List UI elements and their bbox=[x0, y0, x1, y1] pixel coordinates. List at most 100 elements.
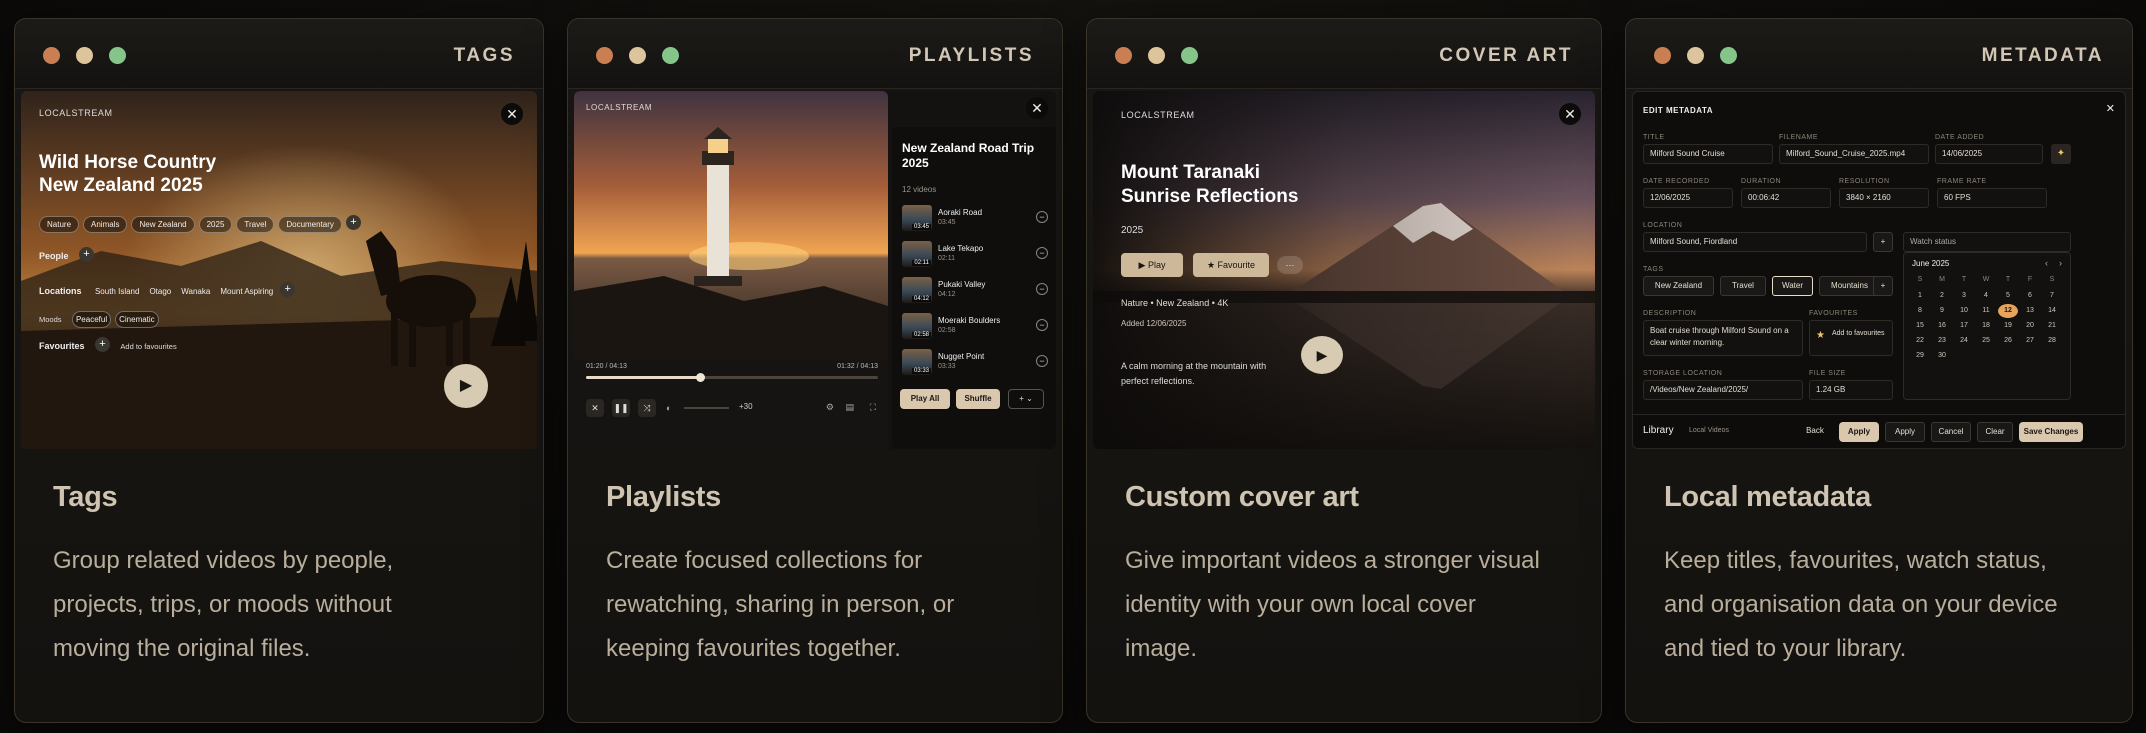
settings-icon[interactable]: ⚙ bbox=[826, 402, 834, 413]
calendar-day[interactable]: 1 bbox=[1910, 289, 1930, 303]
apply-button[interactable]: Apply bbox=[1885, 422, 1925, 442]
date-added-field[interactable]: 14/06/2025 bbox=[1935, 144, 2043, 164]
calendar-day[interactable]: 24 bbox=[1954, 334, 1974, 348]
remove-item-icon[interactable]: − bbox=[1036, 211, 1048, 223]
calendar-day[interactable]: 4 bbox=[1976, 289, 1996, 303]
add-location-button[interactable]: + bbox=[1873, 232, 1893, 252]
remove-item-icon[interactable]: − bbox=[1036, 247, 1048, 259]
date-recorded-field[interactable]: 12/06/2025 bbox=[1643, 188, 1733, 208]
calendar-day[interactable]: 15 bbox=[1910, 319, 1930, 333]
favourites-dropdown[interactable]: ★ Add to favourites bbox=[1809, 320, 1893, 356]
clear-button[interactable]: Clear bbox=[1977, 422, 2013, 442]
maximize-window-dot[interactable] bbox=[1181, 47, 1198, 64]
calendar-day[interactable]: 29 bbox=[1910, 349, 1930, 363]
add-tag-button[interactable]: + bbox=[345, 215, 361, 231]
tag-chip[interactable]: Travel bbox=[236, 216, 275, 233]
metadata-tag[interactable]: New Zealand bbox=[1643, 276, 1714, 296]
resolution-field[interactable]: 3840 × 2160 bbox=[1839, 188, 1929, 208]
calendar-day[interactable]: 13 bbox=[2020, 304, 2040, 318]
calendar-day[interactable]: 10 bbox=[1954, 304, 1974, 318]
calendar-day[interactable]: 9 bbox=[1932, 304, 1952, 318]
file-size-field[interactable]: 1.24 GB bbox=[1809, 380, 1893, 400]
remove-item-icon[interactable]: − bbox=[1036, 283, 1048, 295]
next-month-icon[interactable]: › bbox=[2059, 258, 2062, 268]
progress-knob[interactable] bbox=[695, 373, 705, 382]
remove-item-icon[interactable]: − bbox=[1036, 355, 1048, 367]
metadata-tag[interactable]: Mountains bbox=[1819, 276, 1880, 296]
more-button[interactable]: ··· bbox=[1277, 256, 1303, 274]
playlist-item[interactable]: 02:58 Moeraki Boulders 02:58 − bbox=[902, 313, 1048, 343]
location-chip[interactable]: Wanaka bbox=[178, 284, 213, 301]
metadata-tag[interactable]: Water bbox=[1772, 276, 1813, 296]
frame-rate-field[interactable]: 60 FPS bbox=[1937, 188, 2047, 208]
filename-field[interactable]: Milford_Sound_Cruise_2025.mp4 bbox=[1779, 144, 1929, 164]
close-icon[interactable]: ✕ bbox=[2106, 102, 2115, 115]
skip-forward-label[interactable]: +30 bbox=[739, 402, 753, 411]
close-window-dot[interactable] bbox=[1654, 47, 1671, 64]
library-label[interactable]: Library bbox=[1643, 425, 1674, 436]
calendar-day[interactable]: 5 bbox=[1998, 289, 2018, 303]
progress-track[interactable] bbox=[586, 373, 878, 382]
minimize-window-dot[interactable] bbox=[629, 47, 646, 64]
calendar-day[interactable]: 19 bbox=[1998, 319, 2018, 333]
calendar-day[interactable]: 6 bbox=[2020, 289, 2040, 303]
favourite-button[interactable]: ★ Favourite bbox=[1193, 253, 1269, 277]
playlist-item[interactable]: 02:11 Lake Tekapo 02:11 − bbox=[902, 241, 1048, 271]
metadata-tag[interactable]: Travel bbox=[1720, 276, 1766, 296]
pause-icon[interactable]: ❚❚ bbox=[612, 399, 630, 417]
add-person-button[interactable]: + bbox=[78, 247, 94, 263]
add-location-button[interactable]: + bbox=[280, 282, 296, 298]
fullscreen-icon[interactable]: ⛶ bbox=[870, 402, 876, 413]
close-player-icon[interactable]: ✕ bbox=[586, 399, 604, 417]
minimize-window-dot[interactable] bbox=[1687, 47, 1704, 64]
back-button[interactable]: Back bbox=[1797, 422, 1833, 442]
cancel-button[interactable]: Cancel bbox=[1931, 422, 1971, 442]
shuffle-button[interactable]: Shuffle bbox=[956, 389, 1000, 409]
volume-slider[interactable] bbox=[684, 407, 729, 409]
location-chip[interactable]: South Island bbox=[92, 284, 142, 301]
calendar-day[interactable]: 17 bbox=[1954, 319, 1974, 333]
calendar-day[interactable]: 11 bbox=[1976, 304, 1996, 318]
more-options-button[interactable]: + ⌄ bbox=[1008, 389, 1044, 409]
calendar-day[interactable]: 18 bbox=[1976, 319, 1996, 333]
playlist-item[interactable]: 03:33 Nugget Point 03:33 − bbox=[902, 349, 1048, 379]
calendar-day[interactable]: 7 bbox=[2042, 289, 2062, 303]
tag-chip[interactable]: New Zealand bbox=[131, 216, 195, 233]
location-field[interactable]: Milford Sound, Fiordland bbox=[1643, 232, 1867, 252]
calendar-day[interactable]: 23 bbox=[1932, 334, 1952, 348]
calendar-day[interactable]: 20 bbox=[2020, 319, 2040, 333]
calendar-day[interactable]: 26 bbox=[1998, 334, 2018, 348]
add-tag-button[interactable]: + bbox=[1873, 276, 1893, 296]
title-field[interactable]: Milford Sound Cruise bbox=[1643, 144, 1773, 164]
play-icon[interactable]: ▶ bbox=[444, 364, 488, 408]
captions-icon[interactable]: ▤ bbox=[845, 402, 854, 413]
close-window-dot[interactable] bbox=[43, 47, 60, 64]
location-chip[interactable]: Mount Aspiring bbox=[217, 284, 276, 301]
minimize-window-dot[interactable] bbox=[1148, 47, 1165, 64]
apply-primary-button[interactable]: Apply bbox=[1839, 422, 1879, 442]
calendar-day[interactable]: 30 bbox=[1932, 349, 1952, 363]
prev-month-icon[interactable]: ‹ bbox=[2045, 258, 2048, 268]
calendar-day[interactable]: 3 bbox=[1954, 289, 1974, 303]
calendar-day[interactable]: 16 bbox=[1932, 319, 1952, 333]
calendar-icon[interactable]: ✦ bbox=[2051, 144, 2071, 164]
duration-field[interactable]: 00:06:42 bbox=[1741, 188, 1831, 208]
playlist-item[interactable]: 03:45 Aoraki Road 03:45 − bbox=[902, 205, 1048, 235]
calendar-day[interactable]: 12 bbox=[1998, 304, 2018, 318]
calendar-day[interactable]: 2 bbox=[1932, 289, 1952, 303]
maximize-window-dot[interactable] bbox=[662, 47, 679, 64]
add-favourite-button[interactable]: + bbox=[94, 337, 110, 353]
remove-item-icon[interactable]: − bbox=[1036, 319, 1048, 331]
mood-chip[interactable]: Peaceful bbox=[71, 311, 112, 328]
close-icon[interactable]: ✕ bbox=[1026, 97, 1048, 119]
shuffle-icon[interactable]: ⤨ bbox=[638, 399, 656, 417]
maximize-window-dot[interactable] bbox=[109, 47, 126, 64]
maximize-window-dot[interactable] bbox=[1720, 47, 1737, 64]
play-button[interactable]: ▶ Play bbox=[1121, 253, 1183, 277]
play-icon[interactable]: ▶ bbox=[1301, 336, 1343, 374]
add-to-favourites-text[interactable]: Add to favourites bbox=[120, 342, 176, 351]
watch-status-field[interactable]: Watch status bbox=[1903, 232, 2071, 252]
local-videos-label[interactable]: Local Videos bbox=[1689, 427, 1729, 434]
tag-chip[interactable]: 2025 bbox=[198, 216, 233, 233]
close-icon[interactable]: ✕ bbox=[501, 103, 523, 125]
